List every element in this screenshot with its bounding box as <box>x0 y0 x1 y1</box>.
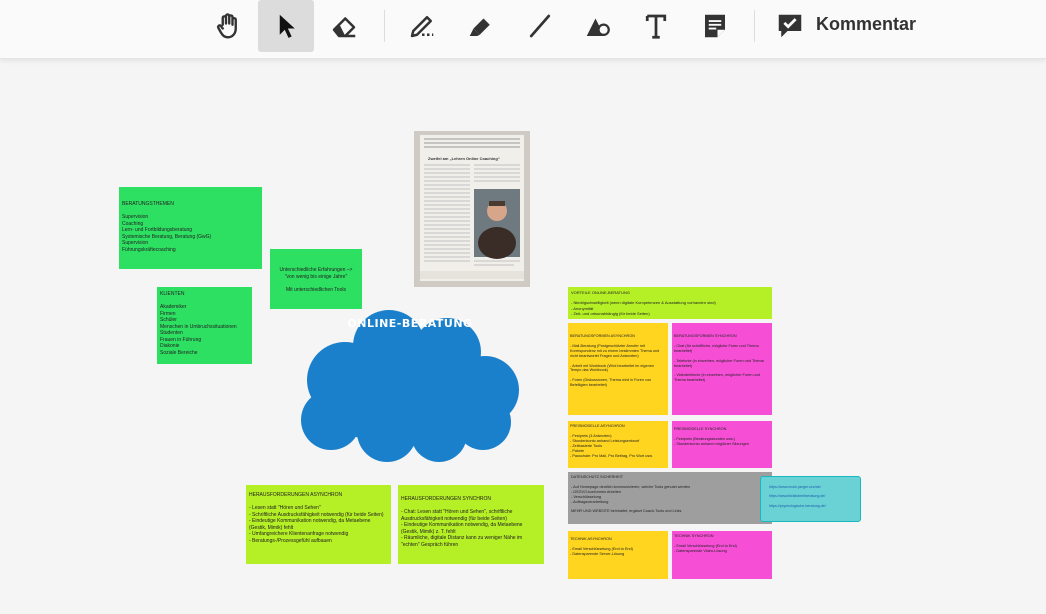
shapes-tool[interactable] <box>570 0 626 52</box>
comment-tool[interactable] <box>762 0 818 52</box>
note-text: BERATUNGSFORMEN ASYNCHRON - Mail-Beratun… <box>570 334 660 388</box>
note-text: HERAUSFORDERUNGEN SYNCHRON - Chat: Lesen… <box>401 496 523 548</box>
note-herausforderungen-asynchron[interactable]: HERAUSFORDERUNGEN ASYNCHRON - Lesen stat… <box>246 485 391 564</box>
highlighter-tool[interactable] <box>453 0 509 52</box>
note-beratungsformen-synchron[interactable]: BERATUNGSFORMEN SYNCHRON - Chat (für sch… <box>672 323 772 415</box>
comment-label[interactable]: Kommentar <box>816 14 916 35</box>
text-icon <box>645 14 667 39</box>
note-text: BERATUNGSFORMEN SYNCHRON - Chat (für sch… <box>674 334 764 383</box>
note-text: PREISMODELLE SYNCHRON - Festpreis (Berat… <box>674 427 749 446</box>
pen-icon <box>410 16 434 38</box>
note-text: Unterschiedliche Erfahrungen –> "von wen… <box>279 267 353 293</box>
note-beratungsthemen[interactable]: BERATUNGSTHEMEN Supervision Coaching Ler… <box>119 187 262 269</box>
note-datenschutz[interactable]: DATENSCHUTZ SICHERHEIT - Auf Homepage de… <box>568 472 772 524</box>
eraser-tool[interactable] <box>316 0 372 52</box>
highlighter-icon <box>469 18 490 36</box>
note-tool[interactable] <box>687 0 743 52</box>
select-tool[interactable] <box>258 0 314 52</box>
line-icon <box>529 14 551 38</box>
note-text: VORTEILE ONLINE-BERATUNG - Niedrigschwel… <box>571 290 716 316</box>
cloud-label: ONLINE-BERATUNG <box>347 317 473 330</box>
shapes-icon <box>586 18 610 36</box>
note-preismodelle-synchron[interactable]: PREISMODELLE SYNCHRON - Festpreis (Berat… <box>672 421 772 468</box>
note-herausforderungen-synchron[interactable]: HERAUSFORDERUNGEN SYNCHRON - Chat: Lesen… <box>398 485 544 564</box>
note-erfahrungen[interactable]: Unterschiedliche Erfahrungen –> "von wen… <box>270 249 362 309</box>
comment-icon <box>778 14 802 38</box>
note-text: PREISMODELLE ASYNCHRON - Festpreis (3 An… <box>570 424 653 458</box>
pen-tool[interactable] <box>394 0 450 52</box>
note-preismodelle-asynchron[interactable]: PREISMODELLE ASYNCHRON - Festpreis (3 An… <box>568 421 668 468</box>
sticky-note-icon <box>705 14 725 38</box>
eraser-icon <box>332 17 356 38</box>
note-technik-asynchron[interactable]: TECHNIK ASYNCHRON - Email Verschlüsselun… <box>568 531 668 579</box>
note-text: DATENSCHUTZ SICHERHEIT - Auf Homepage de… <box>571 475 691 514</box>
toolbar-divider <box>754 10 755 42</box>
hand-icon <box>217 13 237 39</box>
note-klienten[interactable]: KLIENTEN Akademiker Firmen Schüler Mensc… <box>157 287 252 364</box>
note-vorteile[interactable]: VORTEILE ONLINE-BERATUNG - Niedrigschwel… <box>568 287 772 319</box>
note-links[interactable]: https://www.ecole-jaeger.ceo/de/ https:/… <box>760 476 861 522</box>
note-text: BERATUNGSTHEMEN Supervision Coaching Ler… <box>122 201 212 253</box>
note-text: https://www.ecole-jaeger.ceo/de/ https:/… <box>769 485 826 508</box>
note-text: KLIENTEN Akademiker Firmen Schüler Mensc… <box>160 291 237 356</box>
hand-tool[interactable] <box>201 0 257 52</box>
toolbar: Kommentar <box>0 0 1046 59</box>
note-technik-synchron[interactable]: TECHNIK SYNCHRON - Email Verschlüsselung… <box>672 531 772 579</box>
note-text: TECHNIK ASYNCHRON - Email Verschlüsselun… <box>570 537 633 556</box>
note-beratungsformen-asynchron[interactable]: BERATUNGSFORMEN ASYNCHRON - Mail-Beratun… <box>568 323 668 415</box>
article-image <box>414 131 530 287</box>
cloud-shape[interactable] <box>287 308 533 470</box>
article-title: Zweifel am „Lehren Online Coaching“ <box>428 156 500 161</box>
note-text: TECHNIK SYNCHRON - Email Verschlüsselung… <box>674 534 737 553</box>
cursor-icon <box>279 14 295 38</box>
toolbar-divider <box>384 10 385 42</box>
line-tool[interactable] <box>512 0 568 52</box>
text-tool[interactable] <box>628 0 684 52</box>
article-photo[interactable]: Zweifel am „Lehren Online Coaching“ <box>414 131 530 287</box>
note-text: HERAUSFORDERUNGEN ASYNCHRON - Lesen stat… <box>249 492 384 544</box>
